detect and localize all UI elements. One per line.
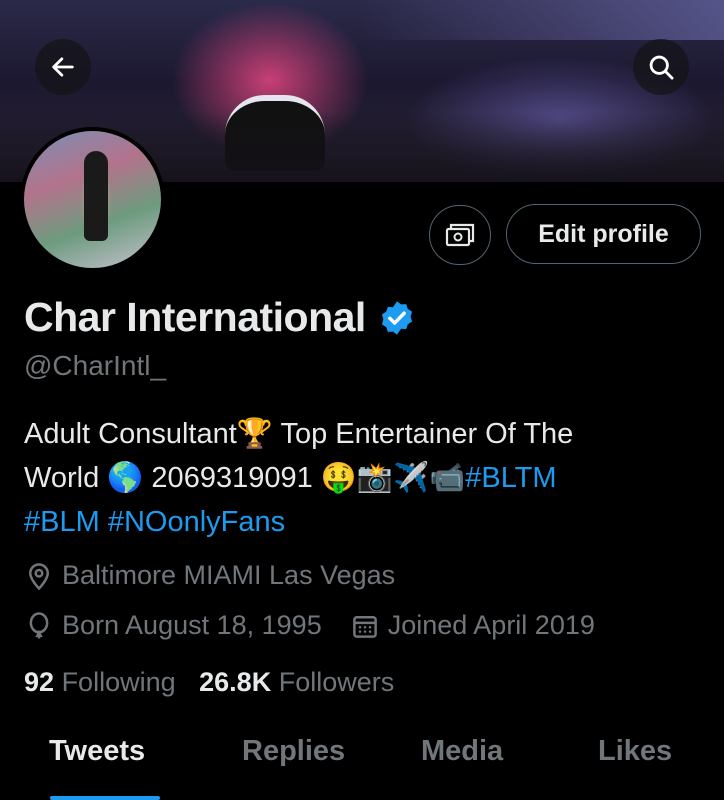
verified-badge-icon [381, 300, 412, 335]
edit-profile-label: Edit profile [538, 219, 669, 248]
profile-location: Baltimore MIAMI Las Vegas [24, 560, 395, 591]
joined-text: Joined April 2019 [387, 610, 595, 640]
hashtag-link[interactable]: #BLTM [465, 462, 556, 494]
money-icon [445, 223, 475, 247]
profile-handle: @CharIntl_ [24, 350, 167, 381]
followers-link[interactable]: 26.8K Followers [199, 667, 394, 697]
followers-label: Followers [278, 667, 395, 697]
search-icon [649, 55, 674, 80]
tab-replies[interactable]: Replies [242, 735, 345, 768]
hashtag-link[interactable]: #NOonlyFans [108, 506, 285, 538]
birthday-text: Born August 18, 1995 [62, 610, 322, 640]
bio-line-1: Adult Consultant🏆 Top Entertainer Of The [24, 412, 704, 456]
bio-emojis: 🤑📸✈️📹 [320, 462, 466, 494]
profile-bio: Adult Consultant🏆 Top Entertainer Of The… [24, 412, 704, 544]
tip-button[interactable] [429, 205, 491, 265]
trophy-emoji: 🏆 [236, 418, 273, 450]
globe-emoji: 🌎 [107, 462, 144, 494]
bio-phone-number: 2069319091 [143, 462, 321, 494]
tab-tweets[interactable]: Tweets [49, 735, 145, 768]
bio-text: World [24, 462, 108, 494]
banner-ceiling [360, 0, 724, 40]
following-link[interactable]: 92 Following [24, 667, 176, 697]
profile-dates: Born August 18, 1995 Joined April 2019 [24, 610, 595, 641]
calendar-icon [352, 615, 377, 638]
tab-likes[interactable]: Likes [598, 735, 672, 768]
balloon-icon [29, 611, 49, 638]
edit-profile-button[interactable]: Edit profile [506, 204, 701, 264]
bio-line-2: World 🌎 2069319091 🤑📸✈️📹 #BLTM [24, 456, 704, 500]
active-tab-indicator [50, 796, 160, 800]
bio-line-3: #BLM #NOonlyFans [24, 500, 704, 544]
tab-media[interactable]: Media [421, 735, 503, 768]
bio-text: Adult Consultant [24, 418, 237, 450]
hashtag-link[interactable]: #BLM [24, 506, 100, 538]
following-label: Following [61, 667, 176, 697]
location-pin-icon [28, 562, 50, 590]
arrow-left-icon [52, 57, 74, 77]
profile-name: Char International [24, 294, 366, 340]
avatar[interactable] [20, 127, 165, 272]
profile-tabs: Tweets Replies Media Likes [0, 735, 724, 800]
followers-count: 26.8K [199, 667, 272, 697]
bio-text: Top Entertainer Of The [272, 418, 574, 450]
location-text: Baltimore MIAMI Las Vegas [62, 560, 396, 590]
avatar-figure [84, 151, 108, 241]
back-button[interactable] [35, 39, 91, 95]
profile-stats: 92 Following 26.8K Followers [24, 667, 394, 698]
profile-name-row: Char International [24, 294, 416, 341]
following-count: 92 [24, 667, 55, 697]
search-button[interactable] [633, 39, 689, 95]
